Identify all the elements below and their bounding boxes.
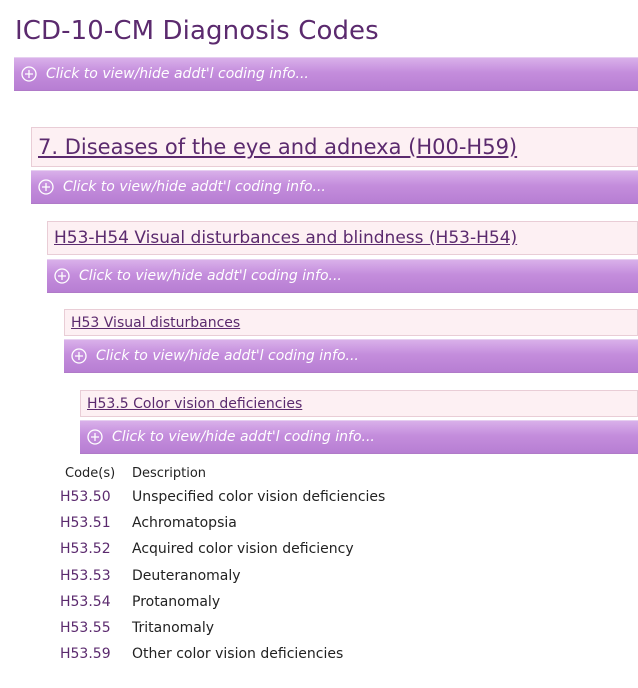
coding-info-toggle-top[interactable]: Click to view/hide addt'l coding info... <box>14 57 638 91</box>
code-cell[interactable]: H53.55 <box>60 615 132 641</box>
toggle-label: Click to view/hide addt'l coding info... <box>112 429 375 445</box>
plus-circle-icon <box>87 429 103 445</box>
code-cell[interactable]: H53.50 <box>60 484 132 510</box>
subcategory-heading: H53.5 Color vision deficiencies <box>80 390 638 417</box>
block-heading: H53-H54 Visual disturbances and blindnes… <box>47 221 638 255</box>
code-cell[interactable]: H53.59 <box>60 641 132 667</box>
description-cell: Unspecified color vision deficiencies <box>132 489 386 506</box>
description-cell: Acquired color vision deficiency <box>132 541 354 558</box>
code-cell[interactable]: H53.53 <box>60 563 132 589</box>
table-row: H53.52 Acquired color vision deficiency <box>60 536 385 562</box>
table-row: H53.50 Unspecified color vision deficien… <box>60 484 385 510</box>
coding-info-toggle-chapter[interactable]: Click to view/hide addt'l coding info... <box>31 170 638 204</box>
category-link[interactable]: H53 Visual disturbances <box>71 315 240 331</box>
code-cell[interactable]: H53.51 <box>60 510 132 536</box>
table-row: H53.51 Achromatopsia <box>60 510 385 536</box>
code-column-header: Code(s) <box>65 465 116 481</box>
description-column-header: Description <box>132 465 207 481</box>
page-title: ICD-10-CM Diagnosis Codes <box>15 16 379 46</box>
plus-circle-icon <box>54 268 70 284</box>
table-row: H53.54 Protanomaly <box>60 589 385 615</box>
table-row: H53.53 Deuteranomaly <box>60 563 385 589</box>
description-cell: Tritanomaly <box>132 620 215 637</box>
code-cell[interactable]: H53.54 <box>60 589 132 615</box>
toggle-label: Click to view/hide addt'l coding info... <box>46 66 309 82</box>
coding-info-toggle-subcategory[interactable]: Click to view/hide addt'l coding info... <box>80 420 638 454</box>
chapter-link[interactable]: 7. Diseases of the eye and adnexa (H00-H… <box>38 135 517 159</box>
category-heading: H53 Visual disturbances <box>64 309 638 336</box>
description-cell: Protanomaly <box>132 593 221 610</box>
coding-info-toggle-block[interactable]: Click to view/hide addt'l coding info... <box>47 259 638 293</box>
description-cell: Deuteranomaly <box>132 567 241 584</box>
toggle-label: Click to view/hide addt'l coding info... <box>79 268 342 284</box>
code-cell[interactable]: H53.52 <box>60 536 132 562</box>
toggle-label: Click to view/hide addt'l coding info... <box>63 179 326 195</box>
table-row: H53.59 Other color vision deficiencies <box>60 641 385 667</box>
table-header-row: Code(s) Description <box>60 462 385 484</box>
toggle-label: Click to view/hide addt'l coding info... <box>96 348 359 364</box>
description-cell: Achromatopsia <box>132 515 237 532</box>
codes-table: Code(s) Description H53.50 Unspecified c… <box>60 462 385 667</box>
chapter-heading: 7. Diseases of the eye and adnexa (H00-H… <box>31 127 638 167</box>
plus-circle-icon <box>21 66 37 82</box>
table-row: H53.55 Tritanomaly <box>60 615 385 641</box>
block-link[interactable]: H53-H54 Visual disturbances and blindnes… <box>54 228 517 248</box>
description-cell: Other color vision deficiencies <box>132 646 344 663</box>
coding-info-toggle-category[interactable]: Click to view/hide addt'l coding info... <box>64 339 638 373</box>
plus-circle-icon <box>71 348 87 364</box>
plus-circle-icon <box>38 179 54 195</box>
subcategory-link[interactable]: H53.5 Color vision deficiencies <box>87 396 302 412</box>
